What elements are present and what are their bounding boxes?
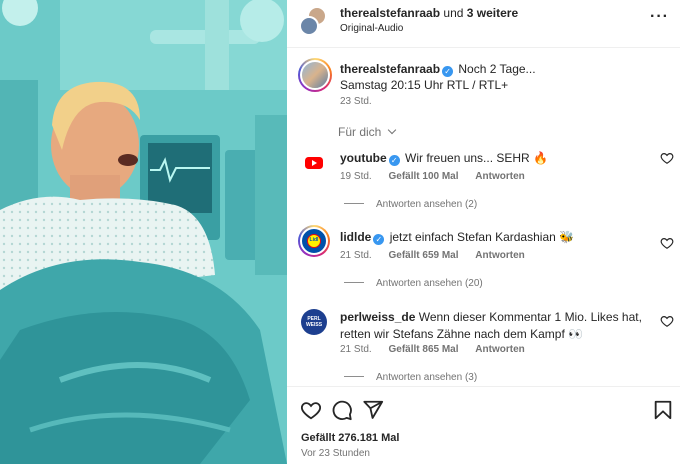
comment-meta: 19 Std. Gefällt 100 Mal Antworten [340,171,539,182]
like-heart-icon[interactable] [660,314,674,328]
chevron-down-icon [387,125,396,135]
share-send-icon[interactable] [362,399,384,421]
like-heart-icon[interactable] [660,151,674,165]
youtube-avatar[interactable] [301,150,327,176]
comment-text: perlweiss_de Wenn dieser Kommentar 1 Mio… [340,309,650,343]
post-media[interactable] [0,0,287,464]
caption-line-2: Samstag 20:15 Uhr RTL / RTL+ [340,78,509,92]
post-authors[interactable]: therealstefanraab und 3 weitere [340,6,518,20]
audio-label[interactable]: Original-Audio [340,23,403,34]
verified-badge-icon: ✓ [373,234,385,245]
more-options-icon[interactable]: ··· [650,8,669,26]
view-replies-label: Antworten ansehen (20) [376,278,483,289]
view-replies-label: Antworten ansehen (2) [376,199,478,210]
caption-line-1: therealstefanraab ✓ Noch 2 Tage... [340,62,536,77]
comment-body: jetzt einfach Stefan Kardashian 🐝 [389,230,575,244]
author-username[interactable]: therealstefanraab [340,6,440,20]
view-replies-label: Antworten ansehen (3) [376,372,478,383]
comment-filter-dropdown[interactable]: Für dich [338,125,396,139]
post-timestamp: Vor 23 Stunden [301,448,370,459]
collab-avatar [299,16,319,36]
comment-bubble-icon[interactable] [331,399,353,421]
caption-username[interactable]: therealstefanraab [340,62,440,76]
post-likes-count[interactable]: Gefällt 276.181 Mal [301,432,399,444]
like-heart-icon[interactable] [660,236,674,250]
verified-badge-icon: ✓ [388,155,400,166]
view-replies-button[interactable]: Antworten ansehen (3) [344,372,477,383]
comment-likes[interactable]: Gefällt 100 Mal [388,171,458,182]
comment-likes[interactable]: Gefällt 659 Mal [388,250,458,261]
comment-filter-label: Für dich [338,125,382,139]
perlweiss-avatar[interactable]: PERL WEISS [301,309,327,335]
replies-dash [344,376,364,377]
comment-meta: 21 Std. Gefällt 659 Mal Antworten [340,250,539,261]
comment-username[interactable]: lidlde [340,230,371,244]
comment-time: 21 Std. [340,250,372,261]
like-heart-icon[interactable] [300,399,322,421]
caption-time: 23 Std. [340,96,372,107]
verified-badge-icon: ✓ [442,66,454,77]
comment-username[interactable]: youtube [340,151,387,165]
post-actions: Gefällt 276.181 Mal Vor 23 Stunden [287,386,680,464]
comment-time: 21 Std. [340,344,372,355]
reply-button[interactable]: Antworten [475,250,524,261]
comment-username[interactable]: perlweiss_de [340,310,415,324]
collab-avatars[interactable] [299,6,327,36]
replies-dash [344,282,364,283]
lidl-avatar[interactable]: Lidl [298,225,330,257]
view-replies-button[interactable]: Antworten ansehen (20) [344,278,483,289]
perlweiss-avatar-logo: PERL WEISS [305,316,323,328]
comment-time: 19 Std. [340,171,372,182]
reply-button[interactable]: Antworten [475,171,524,182]
comment-body: Wir freuen uns... SEHR 🔥 [405,151,548,165]
reply-button[interactable]: Antworten [475,344,524,355]
post-header: therealstefanraab und 3 weitere Original… [287,0,680,48]
author-others[interactable]: 3 weitere [467,6,518,20]
replies-dash [344,203,364,204]
view-replies-button[interactable]: Antworten ansehen (2) [344,199,477,210]
media-illustration [0,0,287,464]
bookmark-icon[interactable] [652,399,674,421]
comment-text: youtube ✓ Wir freuen uns... SEHR 🔥 [340,150,650,167]
author-connector: und [443,6,464,20]
comment-likes[interactable]: Gefällt 865 Mal [388,344,458,355]
caption-avatar[interactable] [298,58,332,92]
comment-meta: 21 Std. Gefällt 865 Mal Antworten [340,344,539,355]
comment-text: lidlde ✓ jetzt einfach Stefan Kardashian … [340,229,650,246]
caption-text: Noch 2 Tage... [458,62,536,76]
post-panel: therealstefanraab und 3 weitere Original… [287,0,680,464]
